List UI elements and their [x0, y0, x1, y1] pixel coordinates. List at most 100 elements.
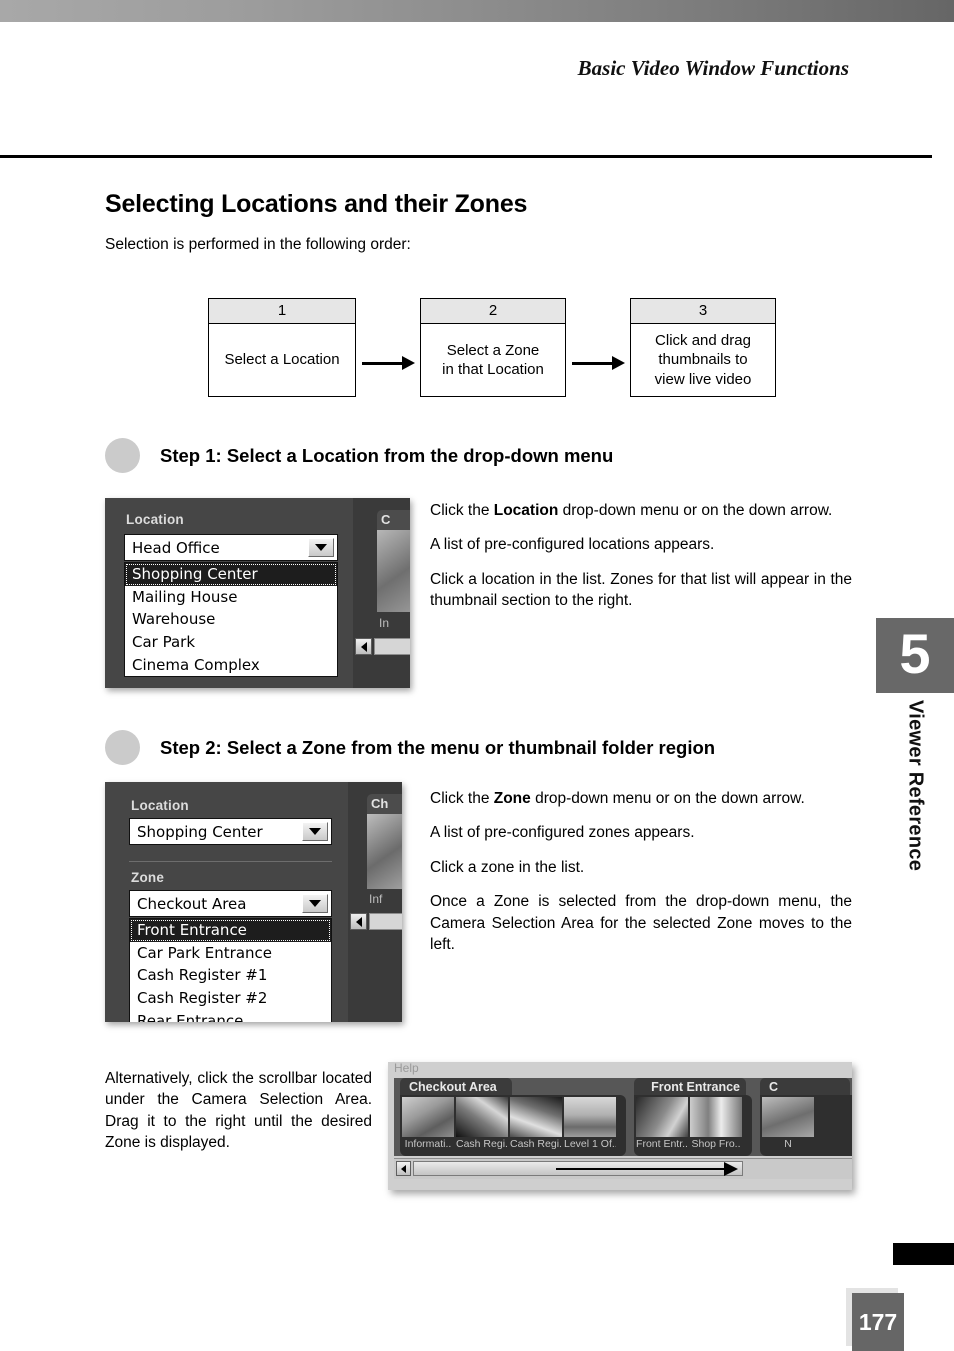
- thumbnail-item[interactable]: Informati..: [402, 1097, 454, 1154]
- thumbnail-image[interactable]: [564, 1097, 616, 1137]
- thumbnail-item[interactable]: Shop Fro..: [690, 1097, 742, 1154]
- chapter-number-tab: 5: [876, 618, 954, 693]
- folder-checkout-area: Checkout Area Informati.. Cash Regi.. Ca…: [400, 1078, 626, 1156]
- flow-arrow-2: [566, 298, 630, 398]
- folder-tray-front-entrance: Front Entr.. Shop Fro..: [634, 1095, 752, 1156]
- thumbnail-image[interactable]: [690, 1097, 742, 1137]
- location-option-cinema-complex[interactable]: Cinema Complex: [125, 654, 337, 677]
- step-1-para-1-pre: Click the: [430, 502, 494, 519]
- scroll-left-button[interactable]: [355, 638, 372, 655]
- zone-option-cash-register-2[interactable]: Cash Register #2: [130, 987, 331, 1010]
- thumbnail-caption: Front Entr..: [636, 1138, 688, 1150]
- location-option-warehouse[interactable]: Warehouse: [125, 608, 337, 631]
- thumbnail-item[interactable]: Cash Regi..: [456, 1097, 508, 1154]
- flow-step-2: 2 Select a Zone in that Location: [420, 298, 566, 397]
- partial-thumbnail-caption: In: [379, 616, 390, 630]
- thumbnail-item[interactable]: Front Entr..: [636, 1097, 688, 1154]
- partial-folder-tab-2[interactable]: Ch: [367, 794, 402, 816]
- thumbnail-caption: Cash Regi..: [510, 1138, 562, 1150]
- chevron-down-icon[interactable]: [302, 822, 328, 841]
- partial-thumbnail-image-2[interactable]: [367, 814, 402, 889]
- flow-step-2-text: Select a Zone in that Location: [442, 341, 544, 378]
- partial-folder-tab[interactable]: C: [377, 510, 410, 532]
- step-1-para-1: Click the Location drop-down menu or on …: [430, 500, 852, 521]
- panel-divider: [129, 861, 332, 862]
- thumbnail-image[interactable]: [762, 1097, 814, 1137]
- section-lead-text: Selection is performed in the following …: [105, 235, 411, 253]
- zone-dropdown[interactable]: Checkout Area: [129, 890, 332, 917]
- step-1-para-2: A list of pre-configured locations appea…: [430, 536, 715, 554]
- zone-option-cash-register-1[interactable]: Cash Register #1: [130, 964, 331, 987]
- partial-thumbnail-caption-2: Inf: [369, 892, 383, 906]
- location-dropdown-value: Head Office: [132, 538, 220, 557]
- thumbnail-caption: N: [784, 1138, 792, 1150]
- location-option-mailing-house[interactable]: Mailing House: [125, 586, 337, 609]
- step-1-screenshot: Location Head Office Shopping Center Mai…: [105, 498, 410, 688]
- thumbnail-item[interactable]: N: [762, 1097, 814, 1154]
- zone-dropdown-value: Checkout Area: [137, 894, 247, 913]
- zone-option-car-park-entrance[interactable]: Car Park Entrance: [130, 942, 331, 965]
- running-head: Basic Video Window Functions: [577, 56, 849, 80]
- location-option-shopping-center[interactable]: Shopping Center: [125, 563, 337, 586]
- header-rule: [0, 155, 932, 158]
- scroll-left-arrow-icon[interactable]: [396, 1161, 411, 1176]
- step-2-screenshot: Location Shopping Center Zone Checkout A…: [105, 782, 402, 1022]
- step-2-para-1: Click the Zone drop-down menu or on the …: [430, 788, 852, 809]
- chevron-down-icon[interactable]: [302, 894, 328, 913]
- thumbnail-image[interactable]: [636, 1097, 688, 1137]
- camera-selection-scrollbar[interactable]: [394, 1158, 852, 1179]
- location-field-label: Location: [126, 512, 184, 527]
- thumbnail-image[interactable]: [456, 1097, 508, 1137]
- page-top-gradient-bar: [0, 0, 954, 22]
- chevron-down-icon[interactable]: [308, 538, 334, 557]
- flow-step-1-text: Select a Location: [224, 351, 340, 369]
- location-field-label-2: Location: [131, 798, 189, 813]
- scrollbar-track[interactable]: [374, 638, 410, 655]
- step-2-para-1-bold: Zone: [493, 790, 531, 807]
- step-2-instructions: Click the Zone drop-down menu or on the …: [430, 788, 852, 955]
- camera-selection-area: Checkout Area Informati.. Cash Regi.. Ca…: [394, 1078, 852, 1156]
- drag-annotation-arrow-head-icon: [724, 1162, 738, 1176]
- step-1-instructions: Click the Location drop-down menu or on …: [430, 500, 852, 612]
- thumbnail-image[interactable]: [510, 1097, 562, 1137]
- step-2-para-1-post: drop-down menu or on the down arrow.: [530, 790, 805, 807]
- thumbnail-caption: Level 1 Of..: [564, 1138, 616, 1150]
- step-1-bullet-icon: [105, 438, 140, 473]
- step-2-heading: Step 2: Select a Zone from the menu or t…: [105, 730, 715, 765]
- step-2-title: Step 2: Select a Zone from the menu or t…: [160, 736, 716, 758]
- zone-option-front-entrance[interactable]: Front Entrance: [130, 919, 331, 942]
- step-1-para-3: Click a location in the list. Zones for …: [430, 570, 852, 610]
- step-2-para-4: Once a Zone is selected from the drop-do…: [430, 893, 852, 953]
- thumbnail-caption: Informati..: [404, 1138, 452, 1150]
- folder-front-entrance: Front Entrance Front Entr.. Shop Fro..: [634, 1078, 752, 1156]
- chapter-number: 5: [899, 622, 931, 685]
- step-2-bullet-icon: [105, 730, 140, 765]
- partial-thumbnail-image[interactable]: [377, 530, 410, 612]
- alternative-para: Alternatively, click the scrollbar locat…: [105, 1070, 372, 1152]
- folder-tray-checkout-area: Informati.. Cash Regi.. Cash Regi.. Leve…: [400, 1095, 626, 1156]
- step-1-para-1-bold: Location: [493, 502, 559, 519]
- location-dropdown-list[interactable]: Shopping Center Mailing House Warehouse …: [124, 562, 338, 678]
- thumbnail-item[interactable]: Level 1 Of..: [564, 1097, 616, 1154]
- location-dropdown[interactable]: Head Office: [124, 534, 338, 561]
- location-option-car-park[interactable]: Car Park: [125, 631, 337, 654]
- location-dropdown-2[interactable]: Shopping Center: [129, 818, 332, 845]
- zone-dropdown-list[interactable]: Front Entrance Car Park Entrance Cash Re…: [129, 918, 332, 1022]
- flow-step-1-number: 1: [209, 299, 355, 324]
- zone-option-rear-entrance[interactable]: Rear Entrance: [130, 1010, 331, 1022]
- thumbnail-image[interactable]: [402, 1097, 454, 1137]
- flow-step-3: 3 Click and drag thumbnails to view live…: [630, 298, 776, 397]
- scroll-left-button-2[interactable]: [350, 913, 367, 930]
- drag-annotation-arrow-shaft: [556, 1168, 728, 1170]
- chapter-label-text: Viewer Reference: [904, 700, 927, 872]
- flow-step-1: 1 Select a Location: [208, 298, 356, 397]
- help-menu-label[interactable]: Help: [394, 1062, 419, 1075]
- flow-step-2-number: 2: [421, 299, 565, 324]
- thumbnail-caption: Cash Regi..: [456, 1138, 508, 1150]
- thumbnail-item[interactable]: Cash Regi..: [510, 1097, 562, 1154]
- scrollbar-track-2[interactable]: [369, 913, 402, 930]
- zone-field-label: Zone: [131, 870, 165, 885]
- folder-partial-next: C N: [760, 1078, 852, 1156]
- flow-step-3-text: Click and drag thumbnails to view live v…: [654, 332, 752, 388]
- thumbnail-folder-screenshot: Help Checkout Area Informati.. Cash Regi…: [388, 1062, 852, 1190]
